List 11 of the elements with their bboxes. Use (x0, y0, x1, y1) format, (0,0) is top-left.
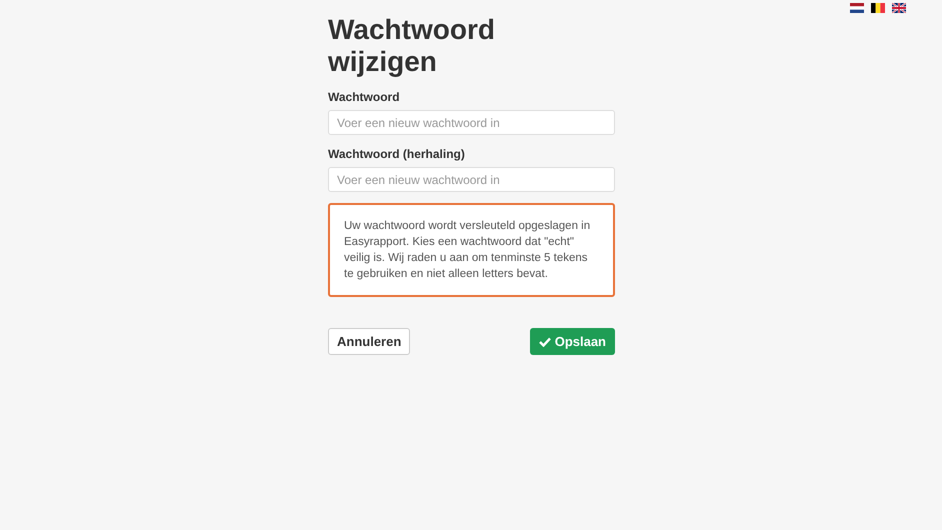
notice-text: Uw wachtwoord wordt versleuteld opgeslagen in Easyrapport. Kies een wachtwoord dat "echt" veilig is. Wij raden u aan om tenminste 5 tekens te gebruiken en niet alleen letters bevat. (344, 219, 592, 282)
flag-icon[interactable] (871, 3, 885, 13)
field-label: Wachtwoord (328, 89, 401, 106)
field-label: Wachtwoord (herhaling) (328, 146, 466, 163)
flag-icon[interactable] (850, 3, 864, 13)
flag-icon[interactable] (892, 3, 906, 13)
checkmark-icon (538, 336, 551, 346)
password-field[interactable]: Voer een nieuw wachtwoord in (328, 167, 615, 192)
cancel-button[interactable]: Annuleren (328, 328, 410, 355)
password-field[interactable]: Voer een nieuw wachtwoord in (328, 110, 615, 135)
page-title: Wachtwoord wijzigen (328, 14, 496, 78)
